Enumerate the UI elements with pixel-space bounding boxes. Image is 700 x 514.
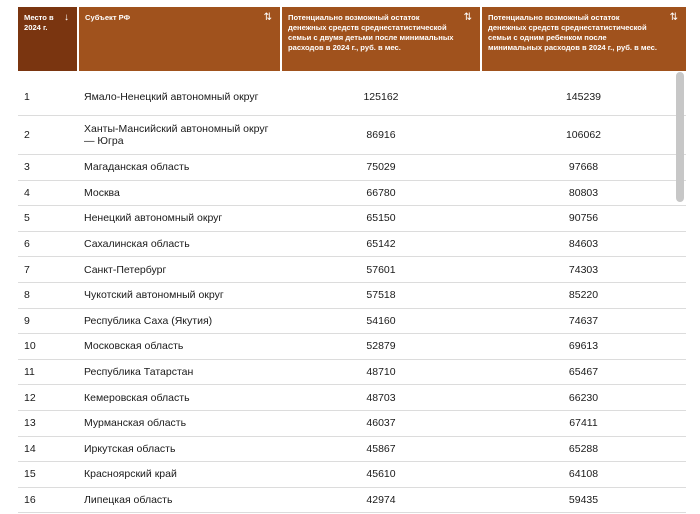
rank-cell: 10 (18, 333, 78, 360)
table-row: 7 Санкт-Петербург 57601 74303 (18, 256, 686, 283)
rank-cell: 5 (18, 205, 78, 232)
table-row: 10 Московская область 52879 69613 (18, 333, 686, 360)
rank-cell: 8 (18, 282, 78, 309)
ranking-table: Место в 2024 г. ↓ Субъект РФ ⇅ Потенциал… (18, 7, 686, 514)
two-children-value-cell: 45867 (281, 436, 481, 463)
column-header-two-children-label: Потенциально возможный остаток денежных … (288, 13, 454, 52)
two-children-value-cell: 52879 (281, 333, 481, 360)
column-header-rank[interactable]: Место в 2024 г. ↓ (18, 7, 79, 71)
two-children-value-cell: 57518 (281, 282, 481, 309)
two-children-value-cell: 75029 (281, 154, 481, 181)
subject-cell: Республика Саха (Якутия) (78, 308, 281, 335)
column-header-one-child[interactable]: Потенциально возможный остаток денежных … (481, 7, 686, 71)
rank-cell: 4 (18, 180, 78, 207)
two-children-value-cell: 46037 (281, 410, 481, 437)
column-header-subject[interactable]: Субъект РФ ⇅ (78, 7, 282, 71)
table-row: 11 Республика Татарстан 48710 65467 (18, 359, 686, 386)
ranking-table-container: Место в 2024 г. ↓ Субъект РФ ⇅ Потенциал… (18, 7, 686, 514)
one-child-value-cell: 106062 (481, 115, 686, 155)
column-header-one-child-label: Потенциально возможный остаток денежных … (488, 13, 658, 52)
table-row: 5 Ненецкий автономный округ 65150 90756 (18, 205, 686, 232)
sort-icon[interactable]: ⇅ (264, 13, 272, 23)
subject-cell: Иркутская область (78, 436, 281, 463)
rank-cell: 1 (18, 71, 78, 116)
table-row: 16 Липецкая область 42974 59435 (18, 487, 686, 514)
one-child-value-cell: 74303 (481, 256, 686, 283)
one-child-value-cell: 97668 (481, 154, 686, 181)
one-child-value-cell: 84603 (481, 231, 686, 258)
sort-icon[interactable]: ⇅ (464, 13, 472, 23)
table-row: 9 Республика Саха (Якутия) 54160 74637 (18, 308, 686, 335)
one-child-value-cell: 67411 (481, 410, 686, 437)
subject-cell: Чукотский автономный округ (78, 282, 281, 309)
table-row: 3 Магаданская область 75029 97668 (18, 154, 686, 181)
subject-cell: Республика Татарстан (78, 359, 281, 386)
subject-cell: Москва (78, 180, 281, 207)
one-child-value-cell: 59435 (481, 487, 686, 514)
table-row: 1 Ямало-Ненецкий автономный округ 125162 14… (18, 71, 686, 116)
subject-cell: Кемеровская область (78, 384, 281, 411)
two-children-value-cell: 86916 (281, 115, 481, 155)
two-children-value-cell: 125162 (281, 71, 481, 116)
subject-cell: Московская область (78, 333, 281, 360)
one-child-value-cell: 80803 (481, 180, 686, 207)
table-row: 2 Ханты-Мансийский автономный округ — Югр… (18, 115, 686, 155)
one-child-value-cell: 85220 (481, 282, 686, 309)
rank-cell: 3 (18, 154, 78, 181)
rank-cell: 2 (18, 115, 78, 155)
two-children-value-cell: 54160 (281, 308, 481, 335)
two-children-value-cell: 48703 (281, 384, 481, 411)
column-header-rank-label: Место в 2024 г. (24, 13, 54, 32)
two-children-value-cell: 57601 (281, 256, 481, 283)
table-row: 13 Мурманская область 46037 67411 (18, 410, 686, 437)
subject-cell: Красноярский край (78, 461, 281, 488)
subject-cell: Ямало-Ненецкий автономный округ (78, 71, 281, 116)
rank-cell: 7 (18, 256, 78, 283)
rank-cell: 12 (18, 384, 78, 411)
two-children-value-cell: 66780 (281, 180, 481, 207)
rank-cell: 14 (18, 436, 78, 463)
table-row: 6 Сахалинская область 65142 84603 (18, 231, 686, 258)
table-body: 1 Ямало-Ненецкий автономный округ 125162 14… (18, 71, 686, 514)
one-child-value-cell: 74637 (481, 308, 686, 335)
rank-cell: 13 (18, 410, 78, 437)
column-header-two-children[interactable]: Потенциально возможный остаток денежных … (281, 7, 482, 71)
two-children-value-cell: 42974 (281, 487, 481, 514)
rank-cell: 9 (18, 308, 78, 335)
rank-cell: 16 (18, 487, 78, 514)
two-children-value-cell: 65142 (281, 231, 481, 258)
one-child-value-cell: 69613 (481, 333, 686, 360)
table-header-row: Место в 2024 г. ↓ Субъект РФ ⇅ Потенциал… (18, 7, 686, 71)
table-row: 4 Москва 66780 80803 (18, 180, 686, 207)
table-row: 14 Иркутская область 45867 65288 (18, 436, 686, 463)
subject-cell: Ненецкий автономный округ (78, 205, 281, 232)
subject-cell: Санкт-Петербург (78, 256, 281, 283)
subject-cell: Магаданская область (78, 154, 281, 181)
table-row: 15 Красноярский край 45610 64108 (18, 461, 686, 488)
subject-cell: Ханты-Мансийский автономный округ — Югра (78, 115, 281, 155)
one-child-value-cell: 90756 (481, 205, 686, 232)
vertical-scrollbar-thumb[interactable] (676, 72, 684, 202)
table-row: 8 Чукотский автономный округ 57518 85220 (18, 282, 686, 309)
rank-cell: 6 (18, 231, 78, 258)
two-children-value-cell: 65150 (281, 205, 481, 232)
one-child-value-cell: 66230 (481, 384, 686, 411)
one-child-value-cell: 64108 (481, 461, 686, 488)
subject-cell: Мурманская область (78, 410, 281, 437)
rank-cell: 15 (18, 461, 78, 488)
one-child-value-cell: 65288 (481, 436, 686, 463)
one-child-value-cell: 65467 (481, 359, 686, 386)
two-children-value-cell: 48710 (281, 359, 481, 386)
subject-cell: Сахалинская область (78, 231, 281, 258)
column-header-subject-label: Субъект РФ (85, 13, 131, 22)
one-child-value-cell: 145239 (481, 71, 686, 116)
table-row: 12 Кемеровская область 48703 66230 (18, 384, 686, 411)
sort-desc-icon[interactable]: ↓ (64, 13, 69, 23)
two-children-value-cell: 45610 (281, 461, 481, 488)
sort-icon[interactable]: ⇅ (670, 13, 678, 23)
subject-cell: Липецкая область (78, 487, 281, 514)
rank-cell: 11 (18, 359, 78, 386)
